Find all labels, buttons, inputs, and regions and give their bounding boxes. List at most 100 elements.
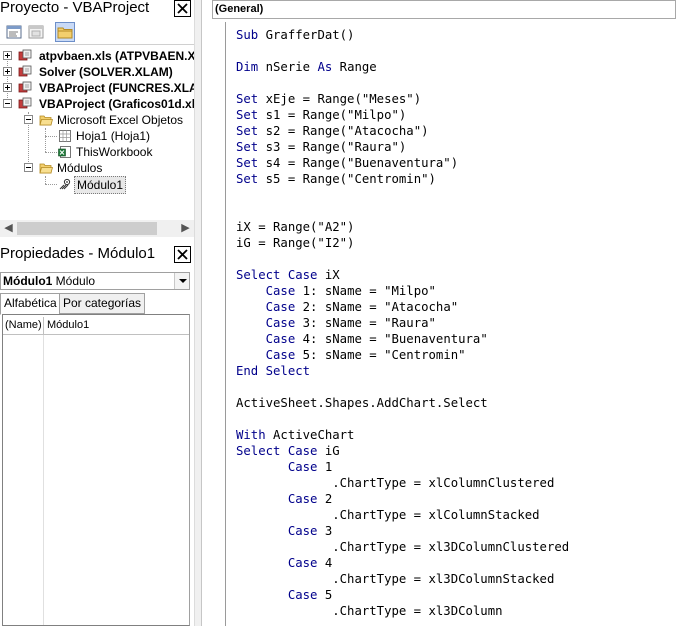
code-text: nSerie xyxy=(258,60,318,74)
code-line[interactable]: Case 4 xyxy=(236,555,332,571)
code-text: s2 = Range("Atacocha") xyxy=(258,124,429,138)
view-code-button[interactable] xyxy=(4,22,24,42)
properties-title: Propiedades - Módulo1 xyxy=(0,245,156,262)
folder-icon xyxy=(57,27,73,39)
code-keyword: Case xyxy=(265,300,296,314)
expand-icon[interactable] xyxy=(3,83,12,92)
code-line[interactable]: iX = Range("A2") xyxy=(236,219,354,235)
code-line[interactable]: .ChartType = xl3DColumnStacked xyxy=(236,571,554,587)
code-line[interactable]: Case 5: sName = "Centromin" xyxy=(236,347,466,363)
code-text: 1: sName = "Milpo" xyxy=(295,284,436,298)
expand-icon[interactable] xyxy=(3,51,12,60)
code-keyword: End Select xyxy=(236,364,311,378)
tree-node-graficos[interactable]: VBAProject (Graficos01d.xls xyxy=(0,96,194,112)
code-line[interactable]: iG = Range("I2") xyxy=(236,235,354,251)
tree-node-modulos[interactable]: Módulos xyxy=(0,160,194,176)
properties-titlebar: Propiedades - Módulo1 xyxy=(0,245,194,264)
code-keyword: Case xyxy=(287,556,318,570)
code-text: 4: sName = "Buenaventura" xyxy=(295,332,488,346)
properties-close-button[interactable] xyxy=(174,246,191,263)
code-line[interactable]: With ActiveChart xyxy=(236,427,354,443)
tab-alfabetica[interactable]: Alfabética xyxy=(0,293,61,315)
code-line[interactable]: Case 2 xyxy=(236,491,332,507)
pane-splitter[interactable] xyxy=(194,0,202,626)
toggle-folders-button[interactable] xyxy=(55,22,75,42)
code-line[interactable]: ActiveSheet.Shapes.AddChart.Select xyxy=(236,395,488,411)
code-line[interactable]: .ChartType = xlColumnStacked xyxy=(236,507,540,523)
property-value[interactable]: Módulo1 xyxy=(47,317,89,334)
scroll-right-icon[interactable]: ▶ xyxy=(177,220,194,237)
code-line[interactable]: End Select xyxy=(236,363,310,379)
tree-node-excel-objects[interactable]: Microsoft Excel Objetos xyxy=(0,112,194,128)
margin-indicator-bar[interactable] xyxy=(202,22,226,626)
code-text: iG = Range("I2") xyxy=(236,236,355,250)
code-text: iX = Range("A2") xyxy=(236,220,355,234)
code-line[interactable]: Case 4: sName = "Buenaventura" xyxy=(236,331,488,347)
code-line[interactable]: Set xEje = Range("Meses") xyxy=(236,91,421,107)
code-text: s3 = Range("Raura") xyxy=(258,140,407,154)
tab-por-categorias[interactable]: Por categorías xyxy=(59,293,146,314)
code-line[interactable]: .ChartType = xl3DColumnClustered xyxy=(236,539,569,555)
code-line[interactable]: .ChartType = xlColumnClustered xyxy=(236,475,554,491)
object-select[interactable]: Módulo1 Módulo xyxy=(0,272,190,290)
chevron-down-icon[interactable] xyxy=(174,273,189,289)
scroll-thumb[interactable] xyxy=(17,222,157,235)
tree-node-label: Módulo1 xyxy=(74,176,127,194)
code-line[interactable]: Dim nSerie As Range xyxy=(236,59,377,75)
code-line[interactable]: Set s4 = Range("Buenaventura") xyxy=(236,155,458,171)
column-divider xyxy=(43,317,44,335)
close-icon xyxy=(177,3,188,14)
code-text: 3: sName = "Raura" xyxy=(295,316,436,330)
code-line[interactable]: Set s5 = Range("Centromin") xyxy=(236,171,436,187)
tree-node-label: Hoja1 (Hoja1) xyxy=(76,129,151,143)
code-line[interactable]: .ChartType = xl3DColumn xyxy=(236,603,502,619)
view-object-button[interactable] xyxy=(26,22,46,42)
tree-node-atpvbaen[interactable]: atpvbaen.xls (ATPVBAEN.XL xyxy=(0,48,194,64)
property-row[interactable]: (Name) Módulo1 xyxy=(3,317,189,335)
code-text: .ChartType = xlColumnStacked xyxy=(236,508,540,522)
code-keyword: Select Case xyxy=(236,268,318,282)
code-line[interactable]: Case 2: sName = "Atacocha" xyxy=(236,299,459,315)
code-line[interactable]: Case 5 xyxy=(236,587,332,603)
code-keyword: Select Case xyxy=(236,444,318,458)
code-text: 3 xyxy=(317,524,333,538)
code-line[interactable]: Case 1: sName = "Milpo" xyxy=(236,283,436,299)
tree-node-funcres[interactable]: VBAProject (FUNCRES.XLAM xyxy=(0,80,194,96)
code-line[interactable]: Case 3 xyxy=(236,523,332,539)
collapse-icon[interactable] xyxy=(24,115,33,124)
code-keyword: Case xyxy=(265,348,296,362)
code-line[interactable]: Sub GrafferDat() xyxy=(236,27,354,43)
tree-node-solver[interactable]: Solver (SOLVER.XLAM) xyxy=(0,64,194,80)
expand-icon[interactable] xyxy=(3,67,12,76)
tree-node-thisworkbook[interactable]: ThisWorkbook xyxy=(0,144,194,160)
tree-node-label: Microsoft Excel Objetos xyxy=(57,113,184,127)
object-type: Módulo xyxy=(55,274,96,288)
code-line[interactable]: Set s1 = Range("Milpo") xyxy=(236,107,406,123)
code-text: 5 xyxy=(317,588,333,602)
code-line[interactable]: Case 1 xyxy=(236,459,332,475)
project-tree-hscrollbar[interactable]: ◀ ▶ xyxy=(0,220,194,237)
code-text: .ChartType = xlColumnClustered xyxy=(236,476,555,490)
close-icon xyxy=(177,249,188,260)
code-line[interactable]: Set s2 = Range("Atacocha") xyxy=(236,123,429,139)
tree-node-label: atpvbaen.xls (ATPVBAEN.XL xyxy=(39,49,194,63)
project-explorer-close-button[interactable] xyxy=(174,0,191,17)
code-keyword: Set xyxy=(236,124,259,138)
tree-node-label: Solver (SOLVER.XLAM) xyxy=(39,65,173,79)
object-procedure-select[interactable]: (General) xyxy=(212,0,676,19)
code-line[interactable]: Select Case iX xyxy=(236,267,340,283)
code-keyword: With xyxy=(236,428,266,442)
scroll-left-icon[interactable]: ◀ xyxy=(0,220,17,237)
code-line[interactable]: Select Case iG xyxy=(236,443,340,459)
tree-node-modulo1[interactable]: Módulo1 xyxy=(0,176,194,194)
project-explorer-toolbar xyxy=(0,19,194,45)
code-line[interactable]: Set s3 = Range("Raura") xyxy=(236,139,406,155)
collapse-icon[interactable] xyxy=(24,163,33,172)
code-line[interactable]: Case 3: sName = "Raura" xyxy=(236,315,436,331)
collapse-icon[interactable] xyxy=(3,99,12,108)
tree-node-hoja1[interactable]: Hoja1 (Hoja1) xyxy=(0,128,194,144)
